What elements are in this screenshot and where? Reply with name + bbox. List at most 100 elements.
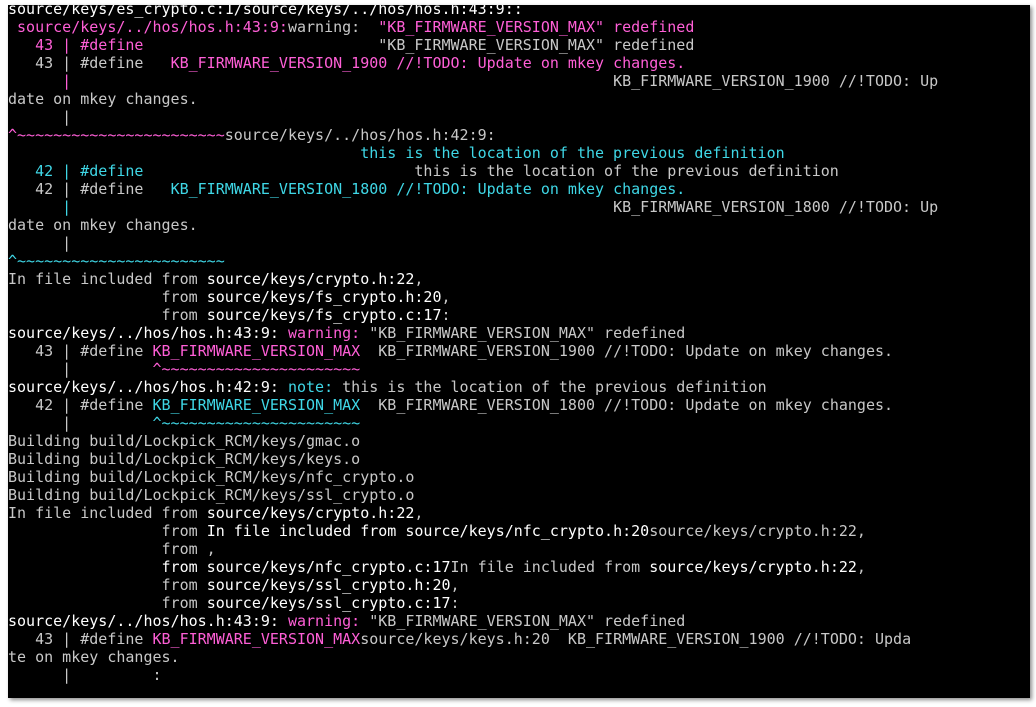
terminal-text-segment: : bbox=[450, 594, 460, 612]
terminal-line: 42 | #define this is the location of the… bbox=[8, 162, 1030, 180]
terminal-line: source/keys/../hos/hos.h:43:9: warning: … bbox=[8, 612, 1030, 630]
terminal-text-segment: warning: bbox=[287, 18, 379, 36]
terminal-text-segment: date on mkey changes. bbox=[8, 90, 198, 108]
terminal-text-segment: source/keys/crypto.h:22 bbox=[206, 270, 415, 288]
terminal-text-segment: this is the location of the previous def… bbox=[342, 378, 767, 396]
terminal-line: | bbox=[8, 234, 1030, 252]
terminal-text-segment: In file included from bbox=[450, 558, 650, 576]
terminal-line: | KB_FIRMWARE_VERSION_1800 //!TODO: Up bbox=[8, 198, 1030, 216]
terminal-text-segment: warning: bbox=[287, 612, 370, 630]
terminal-line: Building build/Lockpick_RCM/keys/keys.o bbox=[8, 450, 1030, 468]
terminal-text-segment: ^~~~~~~~~~~~~~~~~~~~~~~~ bbox=[8, 252, 225, 270]
terminal-text-segment: KB_FIRMWARE_VERSION_1900 //!TODO: Update… bbox=[170, 54, 686, 72]
terminal-text-segment: | bbox=[8, 414, 153, 432]
terminal-text-segment: | bbox=[8, 198, 72, 216]
terminal-text-segment: 42 | #define bbox=[8, 162, 144, 180]
terminal-line: date on mkey changes. bbox=[8, 216, 1030, 234]
terminal-line: source/keys/../hos/hos.h:43:9:warning: "… bbox=[8, 18, 1030, 36]
terminal-text-segment: KB_FIRMWARE_VERSION_1800 //!TODO: Up bbox=[71, 198, 939, 216]
terminal-text-segment: source/keys/../hos/hos.h:43:9: bbox=[8, 324, 288, 342]
terminal-line: te on mkey changes. bbox=[8, 648, 1030, 666]
terminal-line: from source/keys/ssl_crypto.h:20, bbox=[8, 576, 1030, 594]
terminal-line: 43 | #define KB_FIRMWARE_VERSION_1900 //… bbox=[8, 54, 1030, 72]
terminal-text-segment: source/keys/crypto.h:22, bbox=[649, 522, 866, 540]
terminal-text-segment: this is the location of the previous def… bbox=[8, 144, 785, 162]
terminal-line: Building build/Lockpick_RCM/keys/gmac.o bbox=[8, 432, 1030, 450]
terminal-text-segment: source/keys/crypto.h:22 bbox=[206, 504, 415, 522]
terminal-text-segment: Building build/Lockpick_RCM/keys/keys.o bbox=[8, 450, 361, 468]
terminal-line: | bbox=[8, 108, 1030, 126]
terminal-line: 43 | #define "KB_FIRMWARE_VERSION_MAX" r… bbox=[8, 36, 1030, 54]
terminal-line: | ^~~~~~~~~~~~~~~~~~~~~~~ bbox=[8, 360, 1030, 378]
terminal-text-segment: from bbox=[8, 306, 207, 324]
terminal-text-segment: KB_FIRMWARE_VERSION_1900 //!TODO: Update… bbox=[360, 342, 894, 360]
terminal-text-segment: "KB_FIRMWARE_VERSION_MAX" redefined bbox=[369, 324, 686, 342]
terminal-line: | KB_FIRMWARE_VERSION_1900 //!TODO: Up bbox=[8, 72, 1030, 90]
terminal-text-segment: from bbox=[8, 288, 207, 306]
terminal-line: from source/keys/fs_crypto.h:20, bbox=[8, 288, 1030, 306]
terminal-text-segment: , bbox=[441, 288, 451, 306]
terminal-text-segment: Building build/Lockpick_RCM/keys/gmac.o bbox=[8, 432, 361, 450]
terminal-line: | : bbox=[8, 666, 1030, 684]
terminal-text-segment: this is the location of the previous def… bbox=[143, 162, 839, 180]
terminal-line: from source/keys/fs_crypto.c:17: bbox=[8, 306, 1030, 324]
terminal-line: source/keys/../hos/hos.h:42:9: note: thi… bbox=[8, 378, 1030, 396]
screenshot-frame: source/keys/es_crypto.c:1/source/keys/..… bbox=[0, 0, 1036, 707]
terminal-text-segment: 43 | #define bbox=[8, 342, 153, 360]
terminal-line: date on mkey changes. bbox=[8, 90, 1030, 108]
terminal-text-segment: date on mkey changes. bbox=[8, 216, 198, 234]
terminal-text-segment: source/keys/crypto.h:22 bbox=[649, 558, 857, 576]
terminal-line: source/keys/../hos/hos.h:43:9: warning: … bbox=[8, 324, 1030, 342]
terminal-line: In file included from source/keys/crypto… bbox=[8, 504, 1030, 522]
terminal-text-segment: In file included from bbox=[8, 270, 207, 288]
terminal-text-segment: | bbox=[8, 72, 72, 90]
terminal-line: source/keys/es_crypto.c:1/source/keys/..… bbox=[8, 5, 1030, 18]
terminal-text-segment: KB_FIRMWARE_VERSION_MAX bbox=[152, 342, 361, 360]
terminal-text-segment: from bbox=[8, 576, 207, 594]
terminal-text-segment: | : bbox=[8, 666, 162, 684]
terminal-text-segment: source/keys/../hos/hos.h:42:9: bbox=[8, 378, 288, 396]
terminal-text-segment: source/keys/ssl_crypto.c:17 bbox=[206, 594, 451, 612]
terminal-text-segment: source/keys/keys.h:20 KB_FIRMWARE_VERSIO… bbox=[360, 630, 912, 648]
terminal-line: ^~~~~~~~~~~~~~~~~~~~~~~~source/keys/../h… bbox=[8, 126, 1030, 144]
terminal-text-segment: "KB_FIRMWARE_VERSION_MAX" redefined bbox=[143, 36, 695, 54]
terminal-text-segment: "KB_FIRMWARE_VERSION_MAX" redefined bbox=[369, 612, 686, 630]
terminal-line: In file included from source/keys/crypto… bbox=[8, 270, 1030, 288]
terminal-line: Building build/Lockpick_RCM/keys/nfc_cry… bbox=[8, 468, 1030, 486]
terminal-text-segment: KB_FIRMWARE_VERSION_1800 //!TODO: Update… bbox=[170, 180, 686, 198]
terminal-line: from , bbox=[8, 540, 1030, 558]
terminal-text-segment: 42 | #define bbox=[8, 396, 153, 414]
terminal-line: from source/keys/ssl_crypto.c:17: bbox=[8, 594, 1030, 612]
terminal-text-segment: from , bbox=[8, 540, 216, 558]
terminal-text-segment: source/keys/ssl_crypto.h:20 bbox=[206, 576, 451, 594]
terminal-text-segment: Building build/Lockpick_RCM/keys/ssl_cry… bbox=[8, 486, 415, 504]
terminal-text-segment: KB_FIRMWARE_VERSION_1900 //!TODO: Up bbox=[71, 72, 939, 90]
terminal-line: from In file included from source/keys/n… bbox=[8, 522, 1030, 540]
terminal-text-segment: note: bbox=[287, 378, 343, 396]
terminal-text-segment: , bbox=[450, 576, 460, 594]
terminal-text-segment: source/keys/fs_crypto.c:17 bbox=[206, 306, 442, 324]
terminal-line: this is the location of the previous def… bbox=[8, 144, 1030, 162]
terminal-line: 42 | #define KB_FIRMWARE_VERSION_MAX KB_… bbox=[8, 396, 1030, 414]
terminal-text-segment: from source/keys/nfc_crypto.c:17 bbox=[8, 558, 451, 576]
terminal-text-segment: 43 | #define bbox=[8, 630, 153, 648]
terminal-text-segment: , bbox=[414, 270, 424, 288]
terminal-line: | ^~~~~~~~~~~~~~~~~~~~~~~ bbox=[8, 414, 1030, 432]
terminal-text-segment: from bbox=[8, 522, 207, 540]
terminal-text-segment: In file included from bbox=[8, 504, 207, 522]
terminal-text-segment: : bbox=[441, 306, 451, 324]
terminal-text-segment: | bbox=[8, 108, 72, 126]
terminal-text-segment: source/keys/../hos/hos.h:43:9: bbox=[8, 18, 288, 36]
terminal-output: source/keys/es_crypto.c:1/source/keys/..… bbox=[8, 5, 1030, 698]
terminal-window[interactable]: source/keys/es_crypto.c:1/source/keys/..… bbox=[8, 5, 1030, 698]
terminal-text-segment: KB_FIRMWARE_VERSION_MAX bbox=[152, 630, 361, 648]
terminal-text-segment: source/keys/../hos/hos.h:42:9: bbox=[224, 126, 496, 144]
terminal-line: 42 | #define KB_FIRMWARE_VERSION_1800 //… bbox=[8, 180, 1030, 198]
terminal-line: ^~~~~~~~~~~~~~~~~~~~~~~~ bbox=[8, 252, 1030, 270]
terminal-text-segment: KB_FIRMWARE_VERSION_MAX bbox=[152, 396, 361, 414]
terminal-text-segment: , bbox=[414, 504, 424, 522]
terminal-text-segment: 42 | #define bbox=[8, 180, 171, 198]
terminal-text-segment: , bbox=[856, 558, 866, 576]
terminal-text-segment: ^~~~~~~~~~~~~~~~~~~~~~~ bbox=[152, 360, 361, 378]
terminal-text-segment: from bbox=[8, 594, 207, 612]
